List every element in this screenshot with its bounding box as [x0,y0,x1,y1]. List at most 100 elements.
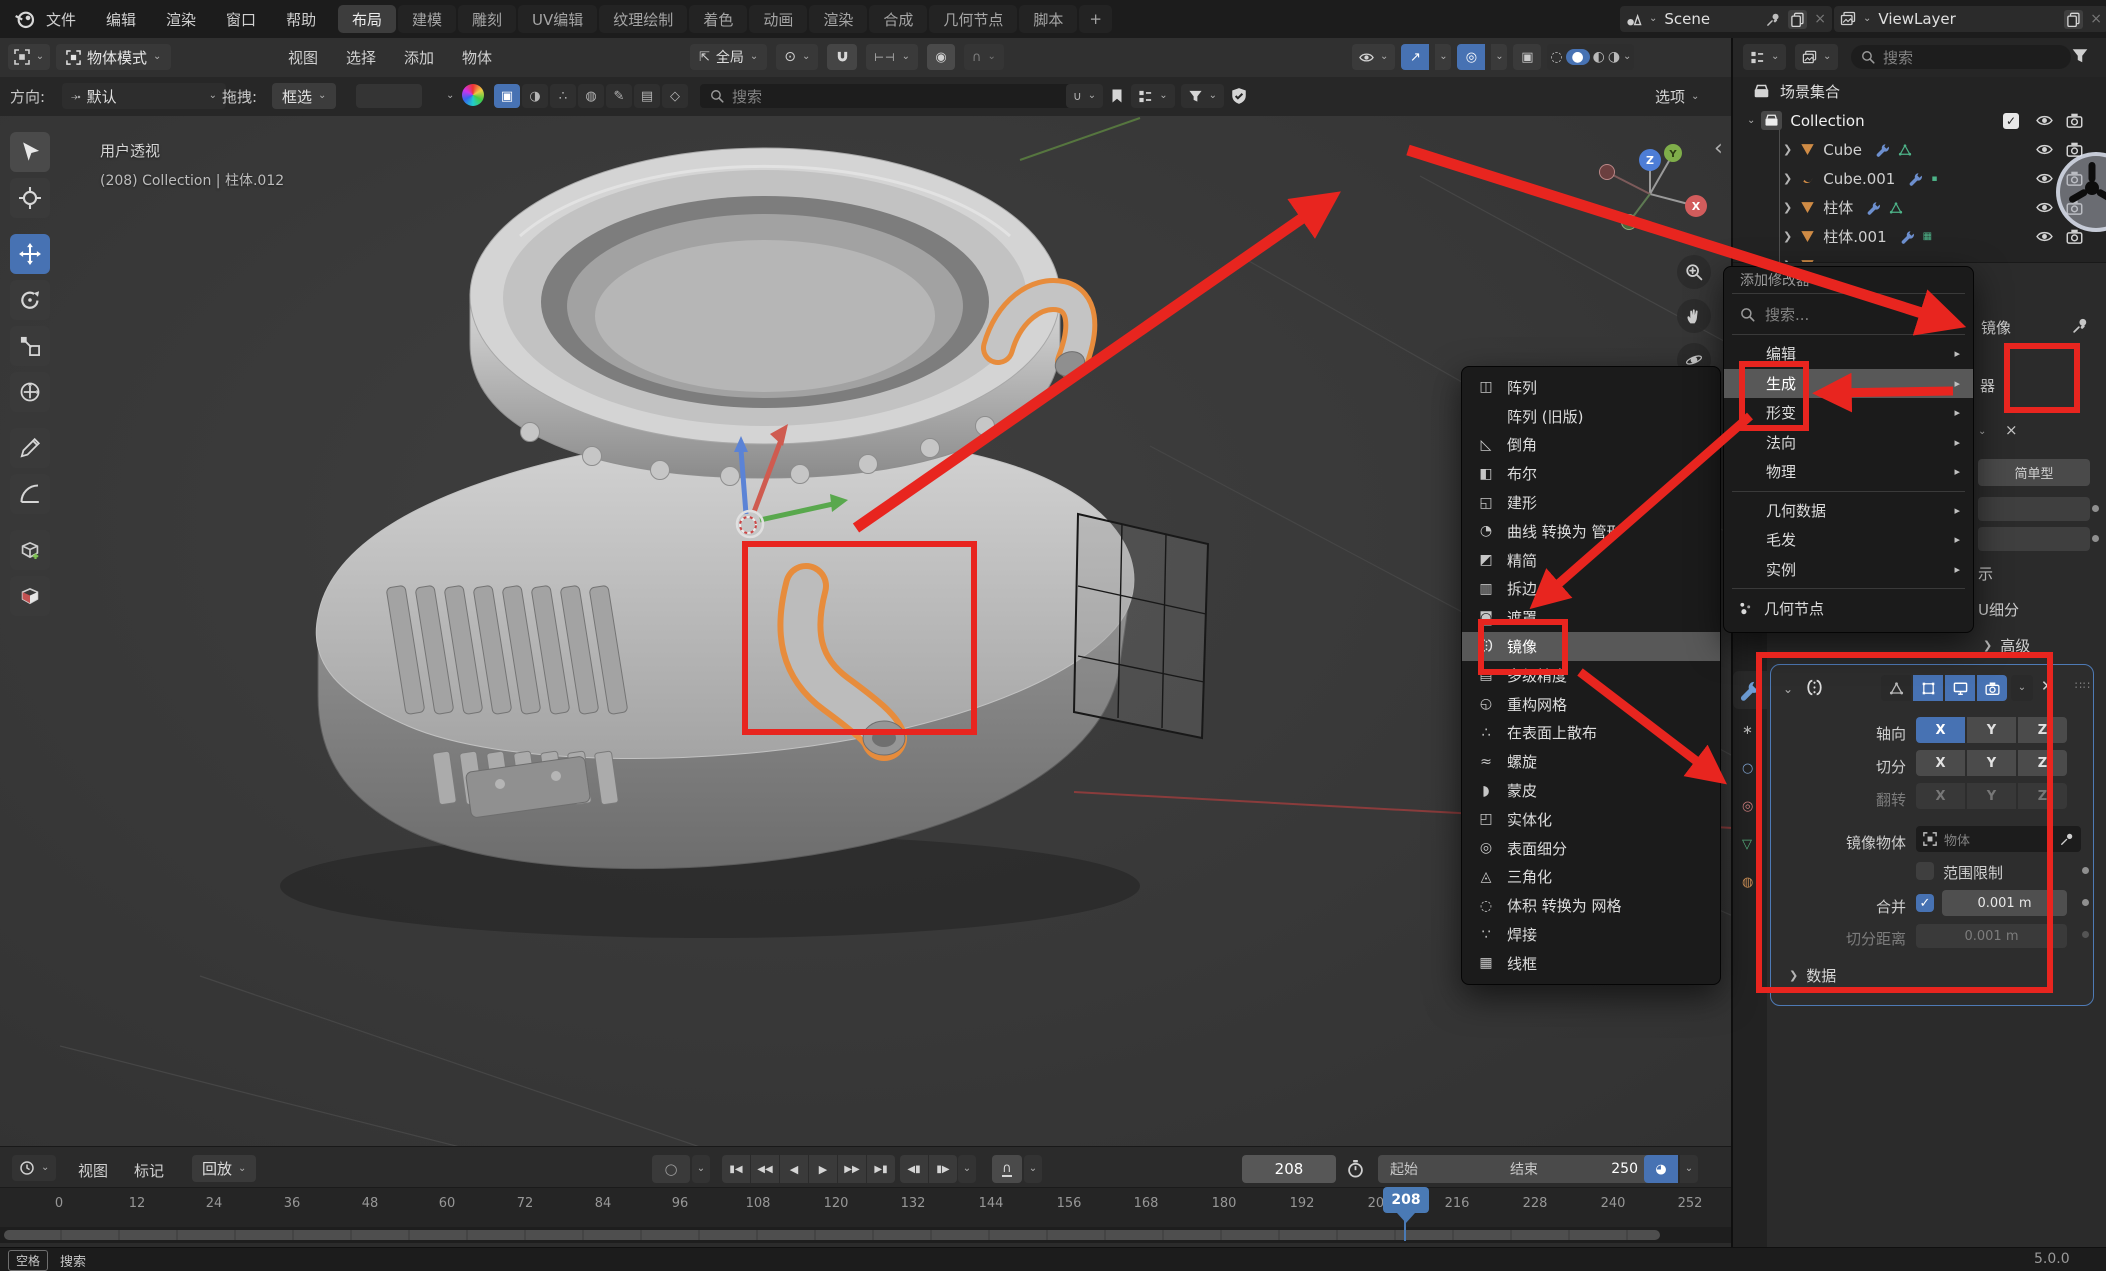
menu-file[interactable]: 文件 [46,9,76,30]
axis-x-button[interactable]: X [1916,717,1965,743]
workspace-add-button[interactable]: + [1079,5,1112,33]
mode-icon-3[interactable]: ◍ [578,84,604,108]
shading-rendered-icon[interactable]: ◑ [1608,49,1620,65]
play-button[interactable]: ▶ [809,1155,837,1183]
mode-dropdown[interactable]: 物体模式⌄ [56,44,171,70]
curve-falloff-dropdown[interactable]: ∪⌄ [1066,84,1103,108]
new-viewlayer-button[interactable] [2064,10,2083,29]
menu-item[interactable]: ◎表面细分 [1462,834,1720,863]
mode-icon-2[interactable]: ∴ [550,84,576,108]
menu-item[interactable]: 阵列 (旧版) [1462,402,1720,431]
play-reverse-button[interactable]: ◀ [780,1155,808,1183]
zoom-button[interactable] [1677,255,1711,289]
outliner-row-collection[interactable]: ⌄ Collection ✓ [1733,106,2106,135]
close-icon[interactable]: × [2090,11,2102,27]
prev-keyframe-button[interactable]: ◀◀ [751,1155,779,1183]
menu-item[interactable]: ≈螺旋 [1462,747,1720,776]
shading-mode-switch[interactable]: ◌ ● ◐ ◑ ⌄ [1547,44,1634,70]
menu-item[interactable]: ▤多级精度 [1462,661,1720,690]
bisect-x-button[interactable]: X [1916,750,1965,776]
mode-icon-6[interactable]: ◇ [662,84,688,108]
toolbar-search-input[interactable]: 搜索 [700,84,1078,108]
autokey-toggle[interactable]: ◕ [1644,1155,1678,1183]
workspace-tab-comp[interactable]: 合成 [869,5,927,33]
field-fragment[interactable] [1978,527,2090,551]
tool-cursor[interactable] [10,178,50,218]
next-frame-button[interactable]: ▮▶ [929,1155,957,1183]
clipping-checkbox[interactable] [1916,862,1934,880]
axis-y-button[interactable]: Y [1967,717,2016,743]
menu-item[interactable]: ◔曲线 转换为 管形 [1462,517,1720,546]
merge-threshold-field[interactable]: 0.001 m [1942,890,2067,916]
gizmos-toggle[interactable]: ↗ [1401,44,1429,70]
overlays-dropdown[interactable]: ⌄ [1491,44,1507,70]
drag-handle-icon[interactable]: ∷∷ [2075,679,2091,692]
close-icon[interactable]: × [1814,11,1826,27]
menu-edit[interactable]: 编辑 [106,9,136,30]
tab-constraints[interactable]: ◎ [1742,799,1753,814]
jump-to-end-button[interactable]: ▶▮ [867,1155,895,1183]
flip-x-button[interactable]: X [1916,783,1965,809]
menu-item[interactable]: ◧布尔 [1462,459,1720,488]
shading-wireframe-icon[interactable]: ◌ [1550,49,1562,65]
collapse-panel-icon[interactable]: ‹ [1714,136,1723,161]
new-scene-button[interactable] [1788,10,1807,29]
shield-check-icon[interactable] [1230,87,1248,105]
tool-measure[interactable] [10,474,50,514]
menu-item[interactable]: ◵重构网格 [1462,690,1720,719]
chevron-down-icon[interactable]: ⌄ [1747,116,1755,126]
outliner-filter-button[interactable] [2071,47,2089,65]
tool-rotate[interactable] [10,280,50,320]
editor-type-button[interactable]: ⌄ [8,44,50,70]
eye-icon[interactable] [2036,228,2053,245]
workspace-tab-layout[interactable]: 布局 [338,5,396,33]
overlays-toggle[interactable]: ◎ [1457,44,1485,70]
record-dropdown[interactable]: ⌄ [692,1155,710,1183]
menu-add[interactable]: 添加 [404,47,434,68]
outliner-row-object[interactable]: ❯ Cube [1733,135,2106,164]
menu-item[interactable]: ◙遮罩 [1462,603,1720,632]
snap-toggle[interactable] [827,44,857,70]
frame-step-dropdown[interactable]: ⌄ [958,1155,976,1183]
menu-help[interactable]: 帮助 [286,9,316,30]
tool-extrude[interactable] [10,576,50,616]
collection-checkbox[interactable]: ✓ [2003,113,2019,129]
bisect-z-button[interactable]: Z [2018,750,2067,776]
menu-item-instance[interactable]: 实例▸ [1724,555,1973,585]
next-keyframe-button[interactable]: ▶▶ [838,1155,866,1183]
tab-particles[interactable]: ∗ [1742,723,1753,738]
menu-item[interactable]: ▦线框 [1462,949,1720,978]
mode-icon-4[interactable]: ✎ [606,84,632,108]
menu-item[interactable]: ◺倒角 [1462,431,1720,460]
advanced-section[interactable]: ❯高级 [1983,635,2030,656]
timeline-menu-view[interactable]: 视图 [78,1160,108,1181]
eye-icon[interactable] [2036,141,2053,158]
outliner-row-scene-collection[interactable]: 场景集合 [1733,77,2106,106]
add-modifier-button-fragment[interactable]: 器 [1980,375,1995,396]
filter-dropdown[interactable]: ⌄ [1181,84,1224,108]
viewlayer-selector[interactable]: ⌄ ViewLayer × [1834,6,2106,32]
menu-view[interactable]: 视图 [288,47,318,68]
data-section[interactable]: ❯数据 [1789,965,1836,986]
menu-window[interactable]: 窗口 [226,9,256,30]
bisect-y-button[interactable]: Y [1967,750,2016,776]
outliner-search-input[interactable]: 搜索 [1851,45,2071,69]
menu-item-generate[interactable]: 生成▸ [1724,369,1973,399]
xray-toggle[interactable]: ▣ [1513,44,1541,70]
playhead-lock-toggle[interactable]: ∩ [992,1155,1022,1183]
shading-solid-icon[interactable]: ● [1566,49,1590,65]
modifier-extras-dropdown[interactable]: ⌄ [2011,675,2033,701]
pin-icon[interactable] [1766,12,1781,27]
autokey-dropdown[interactable]: ⌄ [1680,1155,1698,1183]
proportional-edit-toggle[interactable]: ◉ [927,44,955,70]
menu-render[interactable]: 渲染 [166,9,196,30]
tool-add-cube[interactable] [10,530,50,570]
tab-modifiers[interactable] [1733,671,1767,709]
chevron-right-icon[interactable]: ❯ [1783,231,1792,242]
mode-icon-1[interactable]: ◑ [522,84,548,108]
orientation-dropdown[interactable]: ⇱全局⌄ [690,44,767,70]
field-fragment[interactable] [1978,497,2090,521]
tab-physics[interactable]: ○ [1742,761,1753,776]
menu-item[interactable]: ◗蒙皮 [1462,776,1720,805]
blender-logo-icon[interactable] [14,8,36,30]
